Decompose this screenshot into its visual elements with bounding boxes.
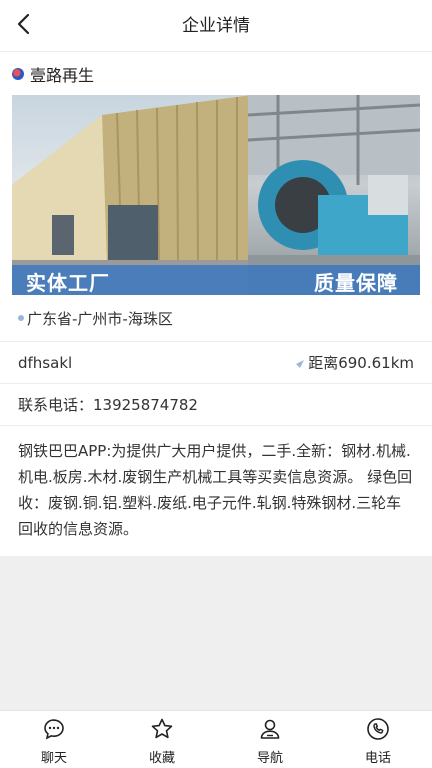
bottom-action-bar: 聊天 收藏 导航 电话 [0,710,432,768]
phone-row[interactable]: 联系电话：13925874782 [0,384,432,426]
distance-text: 距离690.61km [308,354,414,372]
company-detail-page: 企业详情 壹路再生 实体工厂 质量保障 广东省-广州市-海珠区 dfhsakl … [0,0,432,768]
company-logo-icon [12,67,24,80]
contact-distance-row: dfhsakl 距离690.61km [0,342,432,384]
person-icon [258,717,282,745]
tab-favorite[interactable]: 收藏 [132,717,192,767]
banner-label-quality: 质量保障 [314,271,398,295]
tab-chat[interactable]: 聊天 [24,717,84,767]
phone-text: 联系电话：13925874782 [18,396,198,414]
page-title: 企业详情 [182,16,250,36]
tab-favorite-label: 收藏 [148,751,175,766]
company-banner-image: 实体工厂 质量保障 [12,95,420,295]
chat-icon [42,717,66,745]
phone-icon [366,717,390,745]
contact-name: dfhsakl [18,353,73,372]
tab-chat-label: 聊天 [40,751,67,766]
tab-navigation-label: 导航 [256,751,283,766]
tab-navigation[interactable]: 导航 [240,717,300,767]
tab-phone[interactable]: 电话 [348,717,408,767]
banner-label-factory: 实体工厂 [26,271,110,295]
tab-phone-label: 电话 [364,751,391,766]
company-description: 钢铁巴巴APP:为提供广大用户提供，二手.全新：钢材.机械.机电.板房.木材.废… [18,442,413,538]
navigation-arrow-icon [296,354,305,372]
address-row: 广东省-广州市-海珠区 [0,295,432,342]
company-header: 壹路再生 [0,52,432,95]
banner-caption-bar: 实体工厂 质量保障 [12,265,420,295]
star-icon [150,717,174,745]
distance-info: 距离690.61km [296,352,414,373]
company-name: 壹路再生 [30,65,95,85]
address-text: 广东省-广州市-海珠区 [27,309,173,328]
top-bar: 企业详情 [0,0,432,52]
location-pin-icon [18,315,24,321]
company-card: 壹路再生 实体工厂 质量保障 广东省-广州市-海珠区 dfhsakl 距离690… [0,52,432,556]
